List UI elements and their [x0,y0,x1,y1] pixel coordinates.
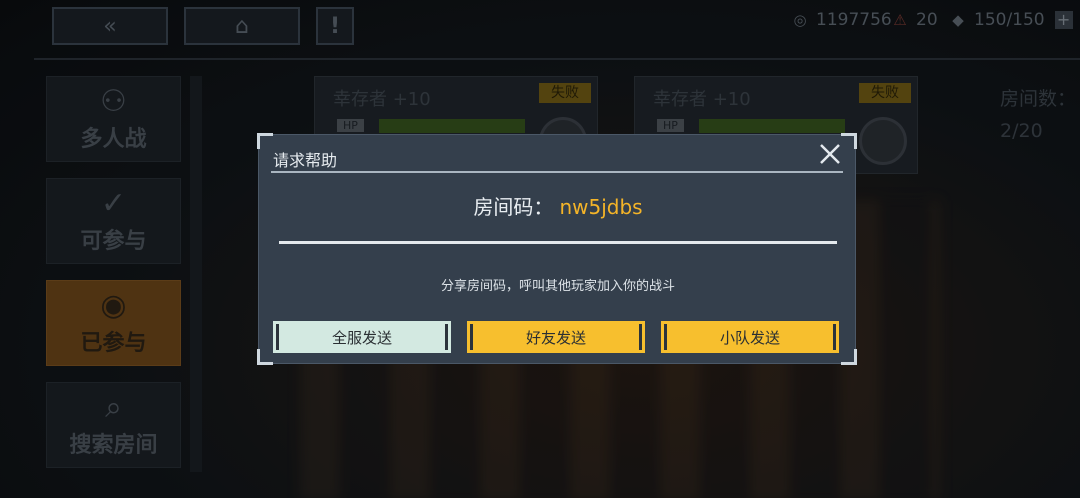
title-divider [271,171,843,173]
corner-bracket [841,133,857,149]
room-code-row: 房间码： nw5jdbs [259,191,857,220]
corner-bracket [257,133,273,149]
send-all-server-button[interactable]: 全服发送 [273,321,451,353]
corner-bracket [257,349,273,365]
close-button[interactable] [817,141,843,167]
share-hint: 分享房间码，呼叫其他玩家加入你的战斗 [440,279,675,294]
room-code-value[interactable]: nw5jdbs [559,195,642,219]
close-icon [820,144,840,164]
room-code-underline [279,241,837,244]
dialog-title: 请求帮助 [273,151,338,170]
help-request-dialog: 请求帮助 房间码： nw5jdbs 分享房间码，呼叫其他玩家加入你的战斗 全服发送… [257,133,857,365]
send-friends-button[interactable]: 好友发送 [467,321,645,353]
send-team-button[interactable]: 小队发送 [661,321,839,353]
room-code-label: 房间码： [473,195,554,219]
corner-bracket [841,349,857,365]
